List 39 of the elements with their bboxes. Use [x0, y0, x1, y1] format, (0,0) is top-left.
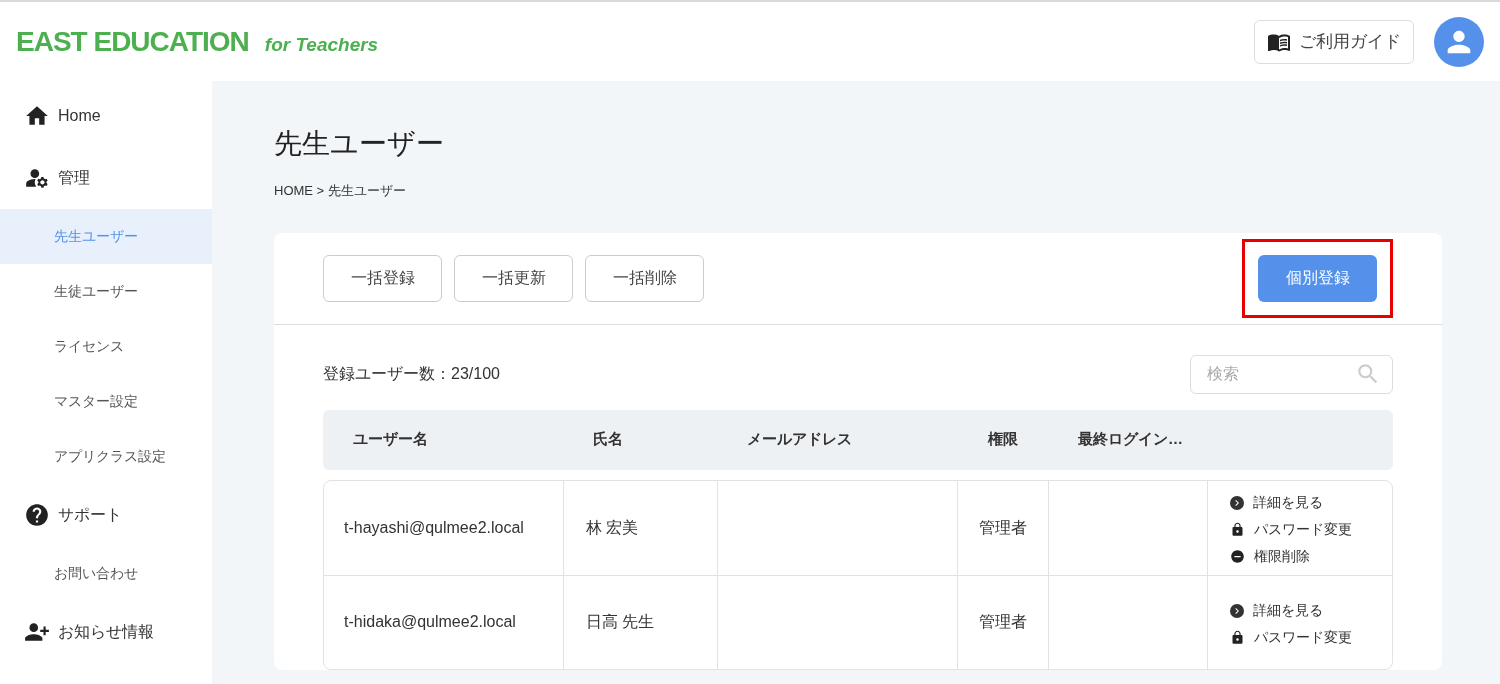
- sidebar-section[interactable]: お知らせ情報: [0, 601, 212, 663]
- logo-subtitle: for Teachers: [264, 33, 379, 58]
- table-cell-text: 管理者: [979, 517, 1027, 538]
- column-header: 最終ログイン…: [1077, 429, 1184, 450]
- table-cell-text: t-hayashi@qulmee2.local: [344, 517, 524, 538]
- sidebar-item[interactable]: マスター設定: [0, 374, 212, 429]
- guide-button[interactable]: ご利用ガイド: [1254, 19, 1414, 64]
- action-link[interactable]: 権限削除: [1230, 546, 1392, 567]
- sidebar-section[interactable]: Home: [0, 85, 212, 147]
- sidebar-item[interactable]: ライセンス: [0, 319, 212, 374]
- table-cell-text: 林 宏美: [586, 517, 639, 538]
- avatar[interactable]: [1434, 16, 1484, 67]
- lock-icon: [1230, 630, 1245, 645]
- user-count: 登録ユーザー数：23/100: [323, 364, 500, 384]
- toolbar-button[interactable]: 一括削除: [585, 254, 704, 302]
- search-field[interactable]: 検索: [1190, 354, 1393, 394]
- table-cell-text: t-hidaka@qulmee2.local: [344, 612, 516, 632]
- table-cell-text: 日高 先生: [586, 612, 655, 632]
- action-link[interactable]: パスワード変更: [1230, 627, 1392, 648]
- sidebar-section[interactable]: サポート: [0, 484, 212, 546]
- toolbar-button[interactable]: 一括更新: [454, 254, 573, 302]
- sidebar-item[interactable]: アプリクラス設定: [0, 429, 212, 484]
- page-title: 先生ユーザー: [274, 127, 445, 161]
- action-link[interactable]: 詳細を見る: [1230, 600, 1392, 621]
- action-link[interactable]: パスワード変更: [1230, 519, 1392, 540]
- column-header: 氏名: [592, 429, 624, 450]
- toolbar-button[interactable]: 一括登録: [323, 254, 442, 302]
- breadcrumb: HOME > 先生ユーザー: [274, 182, 407, 200]
- help-icon: [24, 502, 50, 528]
- logo: EAST EDUCATION: [16, 27, 249, 56]
- action-link[interactable]: 詳細を見る: [1230, 492, 1392, 513]
- lock-icon: [1230, 522, 1245, 537]
- column-header: 権限: [986, 429, 1019, 450]
- sidebar-item[interactable]: 生徒ユーザー: [0, 264, 212, 319]
- column-header: ユーザー名: [352, 429, 429, 450]
- sidebar-section[interactable]: 管理: [0, 147, 212, 209]
- table-cell-text: 管理者: [979, 612, 1027, 632]
- sidebar-item[interactable]: お問い合わせ: [0, 546, 212, 601]
- column-header: メールアドレス: [746, 429, 853, 450]
